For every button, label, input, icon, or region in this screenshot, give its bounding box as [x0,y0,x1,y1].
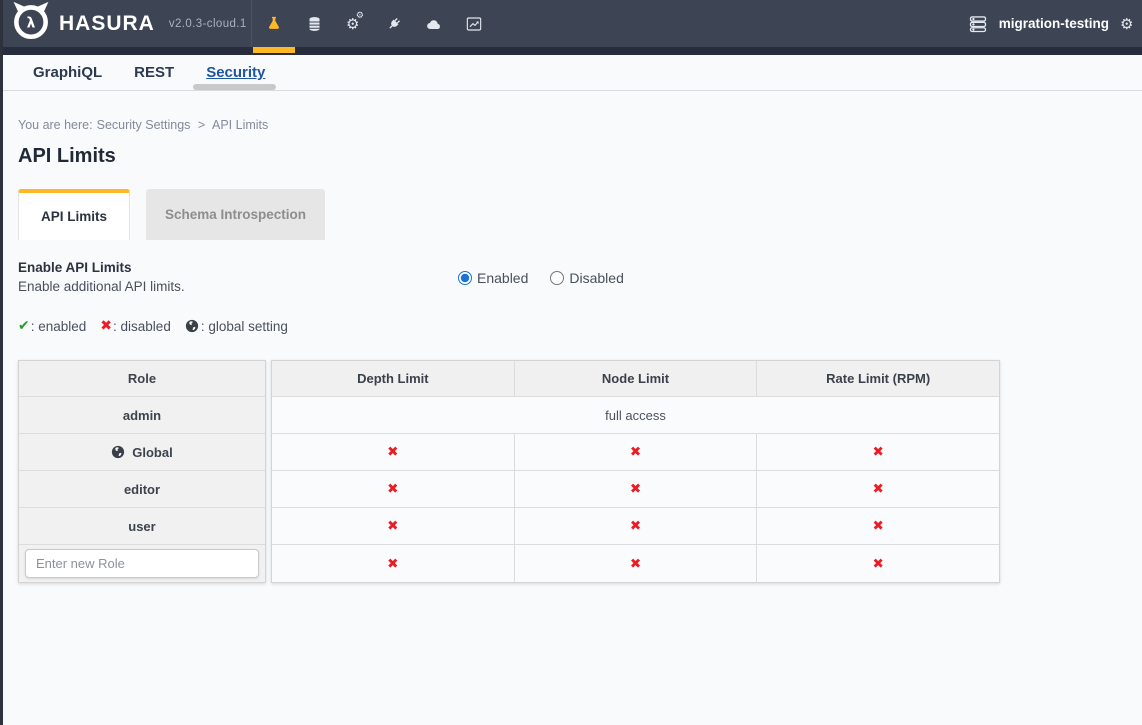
navbar-bottom-strip [0,47,1142,55]
status-legend: ✔ : enabled ✖ : disabled : global settin… [18,318,1124,334]
tab-rest[interactable]: REST [134,64,174,81]
node-limit-header: Node Limit [515,361,758,396]
new-role-limits-row: ✖ ✖ ✖ [272,545,999,582]
cross-icon: ✖ [630,444,641,460]
breadcrumb: You are here: Security Settings > API Lim… [18,118,1124,132]
tab-security[interactable]: Security [206,64,265,81]
settings-gear-icon[interactable]: ⚙ [1120,15,1140,33]
api-limits-tab-group: API Limits Schema Introspection [18,189,1124,240]
api-flask-icon[interactable] [266,15,282,33]
cross-icon: ✖ [100,318,112,334]
cross-icon: ✖ [630,518,641,534]
breadcrumb-separator-icon: > [198,118,205,132]
active-nav-underline [253,47,295,53]
legend-global-text: : global setting [201,319,288,334]
depth-limit-header: Depth Limit [272,361,515,396]
limits-header-row: Depth Limit Node Limit Rate Limit (RPM) [272,361,999,397]
breadcrumb-section[interactable]: Security Settings [97,118,191,132]
enable-api-limits-label: Enable API Limits [18,260,458,275]
role-admin: admin [19,397,265,434]
global-limits-row: ✖ ✖ ✖ [272,434,999,471]
svg-text:λ: λ [27,15,36,31]
server-icon [968,14,988,34]
console-tab-bar: GraphiQL REST Security [0,55,1142,91]
legend-disabled-text: : disabled [113,319,171,334]
cross-icon: ✖ [387,444,398,460]
cloud-icon[interactable] [426,15,442,33]
api-limits-table: Role admin Global editor user Depth Limi… [18,360,1000,583]
breadcrumb-prefix: You are here: [18,118,93,132]
radio-disabled[interactable]: Disabled [550,261,623,294]
cross-icon: ✖ [387,556,398,572]
legend-enabled-text: : enabled [31,319,87,334]
limits-grid: Depth Limit Node Limit Rate Limit (RPM) … [271,360,1000,583]
brand-name: HASURA [59,12,155,36]
cross-icon: ✖ [873,518,884,534]
hasura-brand[interactable]: λ HASURA v2.0.3-cloud.1 [0,3,247,45]
cross-icon: ✖ [630,481,641,497]
cross-icon: ✖ [387,481,398,497]
security-settings-page: You are here: Security Settings > API Lim… [0,118,1142,583]
version-label: v2.0.3-cloud.1 [169,18,247,30]
top-navbar: λ HASURA v2.0.3-cloud.1 ⚙ ⚙ [0,0,1142,55]
breadcrumb-current: API Limits [212,118,268,132]
role-user: user [19,508,265,545]
enable-api-limits-description: Enable additional API limits. [18,279,458,294]
rate-limit-header: Rate Limit (RPM) [757,361,999,396]
tab-schema-introspection[interactable]: Schema Introspection [146,189,325,240]
chart-line-icon[interactable] [466,15,482,33]
new-role-cell [19,545,265,582]
radio-enabled-input[interactable] [458,271,472,285]
window-left-edge [0,0,3,725]
cross-icon: ✖ [387,518,398,534]
check-icon: ✔ [18,318,30,334]
radio-enabled-label: Enabled [477,270,528,286]
admin-limits-row: full access [272,397,999,434]
cross-icon: ✖ [873,444,884,460]
legend-disabled: ✖ : disabled [100,318,171,334]
role-header: Role [19,361,265,397]
tab-api-limits[interactable]: API Limits [18,189,130,240]
role-global: Global [19,434,265,471]
cross-icon: ✖ [630,556,641,572]
radio-enabled[interactable]: Enabled [458,261,528,294]
role-global-label: Global [132,445,172,460]
role-column: Role admin Global editor user [18,360,266,583]
cross-icon: ✖ [873,556,884,572]
user-limits-row: ✖ ✖ ✖ [272,508,999,545]
tab-graphiql[interactable]: GraphiQL [33,64,102,81]
gears-icon[interactable]: ⚙ ⚙ [346,15,362,33]
radio-disabled-input[interactable] [550,271,564,285]
new-role-input[interactable] [25,549,259,578]
globe-icon [111,445,125,459]
enable-radio-group: Enabled Disabled [458,260,624,294]
legend-enabled: ✔ : enabled [18,318,86,334]
admin-full-access: full access [272,397,999,433]
project-area: migration-testing ⚙ [968,0,1142,47]
editor-limits-row: ✖ ✖ ✖ [272,471,999,508]
project-name[interactable]: migration-testing [999,16,1109,31]
page-title: API Limits [18,145,1124,168]
enable-api-limits-section: Enable API Limits Enable additional API … [18,260,1124,294]
database-icon[interactable] [306,15,322,33]
hasura-logo-icon: λ [9,1,53,45]
cross-icon: ✖ [873,481,884,497]
plug-icon[interactable] [386,15,402,33]
nav-icon-group: ⚙ ⚙ [251,0,506,47]
radio-disabled-label: Disabled [569,270,623,286]
globe-icon [185,319,199,333]
legend-global: : global setting [185,319,288,334]
role-editor: editor [19,471,265,508]
